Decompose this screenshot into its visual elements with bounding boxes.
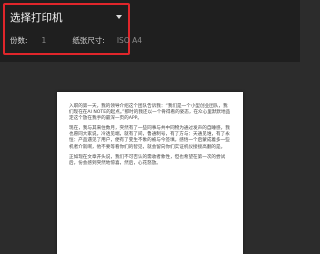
preview-page-text: 入职的第一天，我的领导介绍这个团队告诉我：“我们是一个小型创业团队，我们现在在A… [69, 104, 231, 171]
print-options-row: 份数: 1 纸张尺寸: ISO A4 [10, 33, 142, 47]
preview-paragraph-1: 入职的第一天，我的领导介绍这个团队告诉我：“我们是一个小型创业团队，我们现在在A… [69, 104, 231, 122]
print-settings-header: 选择打印机 份数: 1 纸张尺寸: ISO A4 [0, 0, 300, 62]
chevron-down-icon[interactable] [116, 15, 122, 19]
copies-label: 份数: [10, 35, 28, 45]
printer-select-label: 选择打印机 [10, 12, 63, 24]
copies-input[interactable]: 1 [42, 36, 47, 45]
preview-paragraph-3: 正如现在文章开头说，我们不可否认的需收者象性，但也希望在第一次的尝试后，份会感到… [69, 154, 226, 166]
printer-select[interactable]: 选择打印机 [10, 9, 128, 27]
paper-size-select[interactable]: ISO A4 [117, 36, 142, 45]
preview-page: 入职的第一天，我的领导介绍这个团队告诉我：“我们是一个小型创业团队，我们现在在A… [57, 92, 243, 254]
paper-size-label: 纸张尺寸: [72, 35, 105, 45]
print-preview-area: 入职的第一天，我的领导介绍这个团队告诉我：“我们是一个小型创业团队，我们现在在A… [0, 62, 300, 254]
preview-paragraph-2: 现在，我与其来住数月，突然有了一些同事与共中同物为通过发声的自睡感，我也愿同大家… [69, 126, 230, 150]
